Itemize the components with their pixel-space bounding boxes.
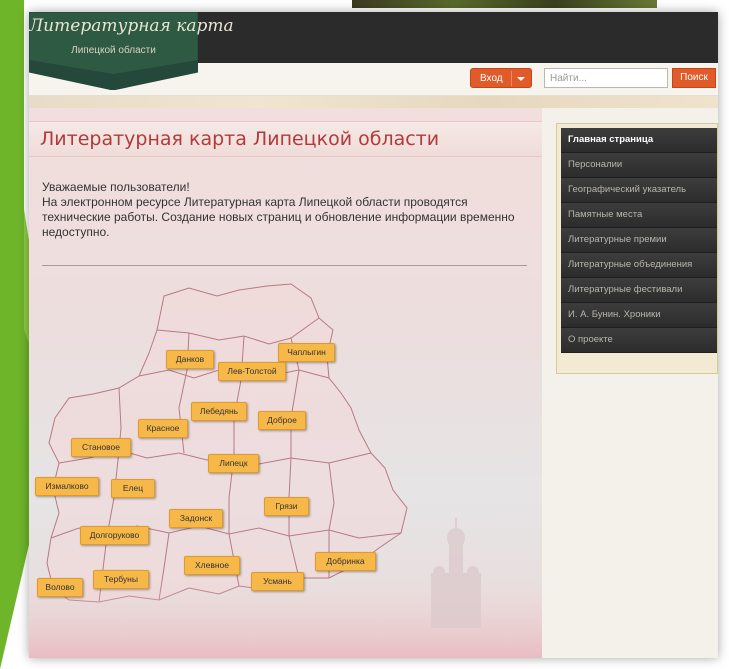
sidebar-item-literary-associations[interactable]: Литературные объединения: [561, 253, 717, 278]
town-label-terbuny[interactable]: Тербуны: [93, 570, 149, 589]
chevron-down-icon[interactable]: [517, 77, 525, 81]
logo-title: Литературная карта: [29, 16, 234, 36]
search-input[interactable]: [544, 68, 668, 88]
sidebar: Главная страница Персоналии Географическ…: [556, 123, 718, 374]
town-label-lebedyan[interactable]: Лебедянь: [191, 402, 247, 421]
town-label-elets[interactable]: Елец: [111, 479, 155, 498]
sidebar-item-memorial-places[interactable]: Памятные места: [561, 203, 717, 228]
sidebar-item-personalities[interactable]: Персоналии: [561, 153, 717, 178]
town-label-khlevnoe[interactable]: Хлевное: [184, 556, 240, 575]
background-photo-strip: [352, 0, 657, 8]
town-label-dobroe[interactable]: Доброе: [258, 411, 306, 430]
town-label-chaplygin[interactable]: Чаплыгин: [278, 343, 335, 362]
town-label-krasnoe[interactable]: Красное: [138, 419, 188, 438]
town-label-lev-tolstoy[interactable]: Лев-Толстой: [218, 362, 286, 381]
page-frame: Литературная карта Липецкой области Вход…: [29, 12, 718, 658]
search-button[interactable]: Поиск: [672, 68, 716, 88]
logo-subtitle: Липецкой области: [71, 45, 156, 56]
town-label-dankov[interactable]: Данков: [166, 350, 214, 369]
church-silhouette: [431, 518, 481, 628]
town-label-zadonsk[interactable]: Задонск: [169, 509, 223, 528]
banner-strip: [29, 96, 718, 108]
sidebar-item-about[interactable]: О проекте: [561, 328, 717, 353]
login-divider: [511, 71, 512, 86]
main-content: Литературная карта Липецкой области Уваж…: [29, 108, 542, 658]
town-label-dobrinka[interactable]: Добринка: [315, 552, 376, 571]
sidebar-item-literary-prizes[interactable]: Литературные премии: [561, 228, 717, 253]
sidebar-item-literary-festivals[interactable]: Литературные фестивали: [561, 278, 717, 303]
screenshot-root: Литературная карта Липецкой области Вход…: [0, 0, 729, 669]
sidebar-item-geographic-index[interactable]: Географический указатель: [561, 178, 717, 203]
login-button[interactable]: Вход: [470, 68, 532, 88]
sidebar-item-bunin-chronicles[interactable]: И. А. Бунин. Хроники: [561, 303, 717, 328]
town-label-usman[interactable]: Усмань: [251, 572, 304, 591]
site-logo[interactable]: Литературная карта Липецкой области: [29, 12, 234, 90]
town-label-dolgorukovo[interactable]: Долгоруково: [80, 526, 149, 545]
sidebar-item-home[interactable]: Главная страница: [561, 128, 717, 153]
login-button-label: Вход: [480, 73, 503, 84]
town-label-stanovoe[interactable]: Становое: [71, 438, 131, 457]
town-label-gryazi[interactable]: Грязи: [264, 497, 309, 516]
sidebar-menu: Главная страница Персоналии Географическ…: [561, 128, 717, 353]
town-label-lipetsk[interactable]: Липецк: [208, 454, 259, 473]
town-label-volovo[interactable]: Волово: [37, 578, 83, 597]
town-label-izmalkovo[interactable]: Измалково: [35, 477, 99, 496]
